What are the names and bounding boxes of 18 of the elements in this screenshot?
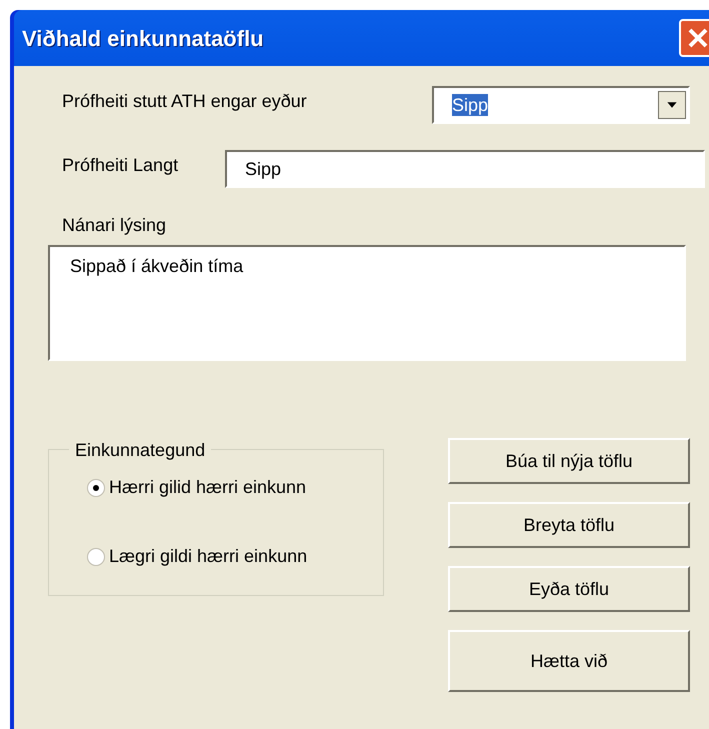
action-button[interactable]: Breyta töflu bbox=[448, 502, 690, 548]
name-dropdown[interactable]: Sipp bbox=[432, 86, 690, 124]
close-button[interactable] bbox=[679, 19, 709, 57]
field-label: Nánari lýsing bbox=[62, 214, 166, 237]
radio-label: Lægri gildi hærri einkunn bbox=[109, 545, 308, 568]
long-name-field[interactable]: Sipp bbox=[225, 150, 705, 188]
radio-label: Hærri gilid hærri einkunn bbox=[109, 476, 306, 499]
field-label: Prófheiti stutt ATH engar eyður bbox=[62, 90, 308, 113]
window-title: Viðhald einkunnataöflu bbox=[22, 24, 264, 52]
action-button[interactable]: Eyða töflu bbox=[448, 566, 690, 612]
dropdown-value: Sipp bbox=[452, 94, 488, 116]
description-field[interactable]: Sippað í ákveðin tíma bbox=[48, 245, 686, 361]
action-button[interactable]: Hætta við bbox=[448, 630, 690, 692]
field-label: Prófheiti Langt bbox=[62, 154, 180, 177]
action-button[interactable]: Búa til nýja töflu bbox=[448, 438, 690, 484]
radio-button[interactable] bbox=[87, 548, 105, 566]
radio-button[interactable] bbox=[87, 478, 105, 496]
close-icon bbox=[687, 27, 709, 49]
